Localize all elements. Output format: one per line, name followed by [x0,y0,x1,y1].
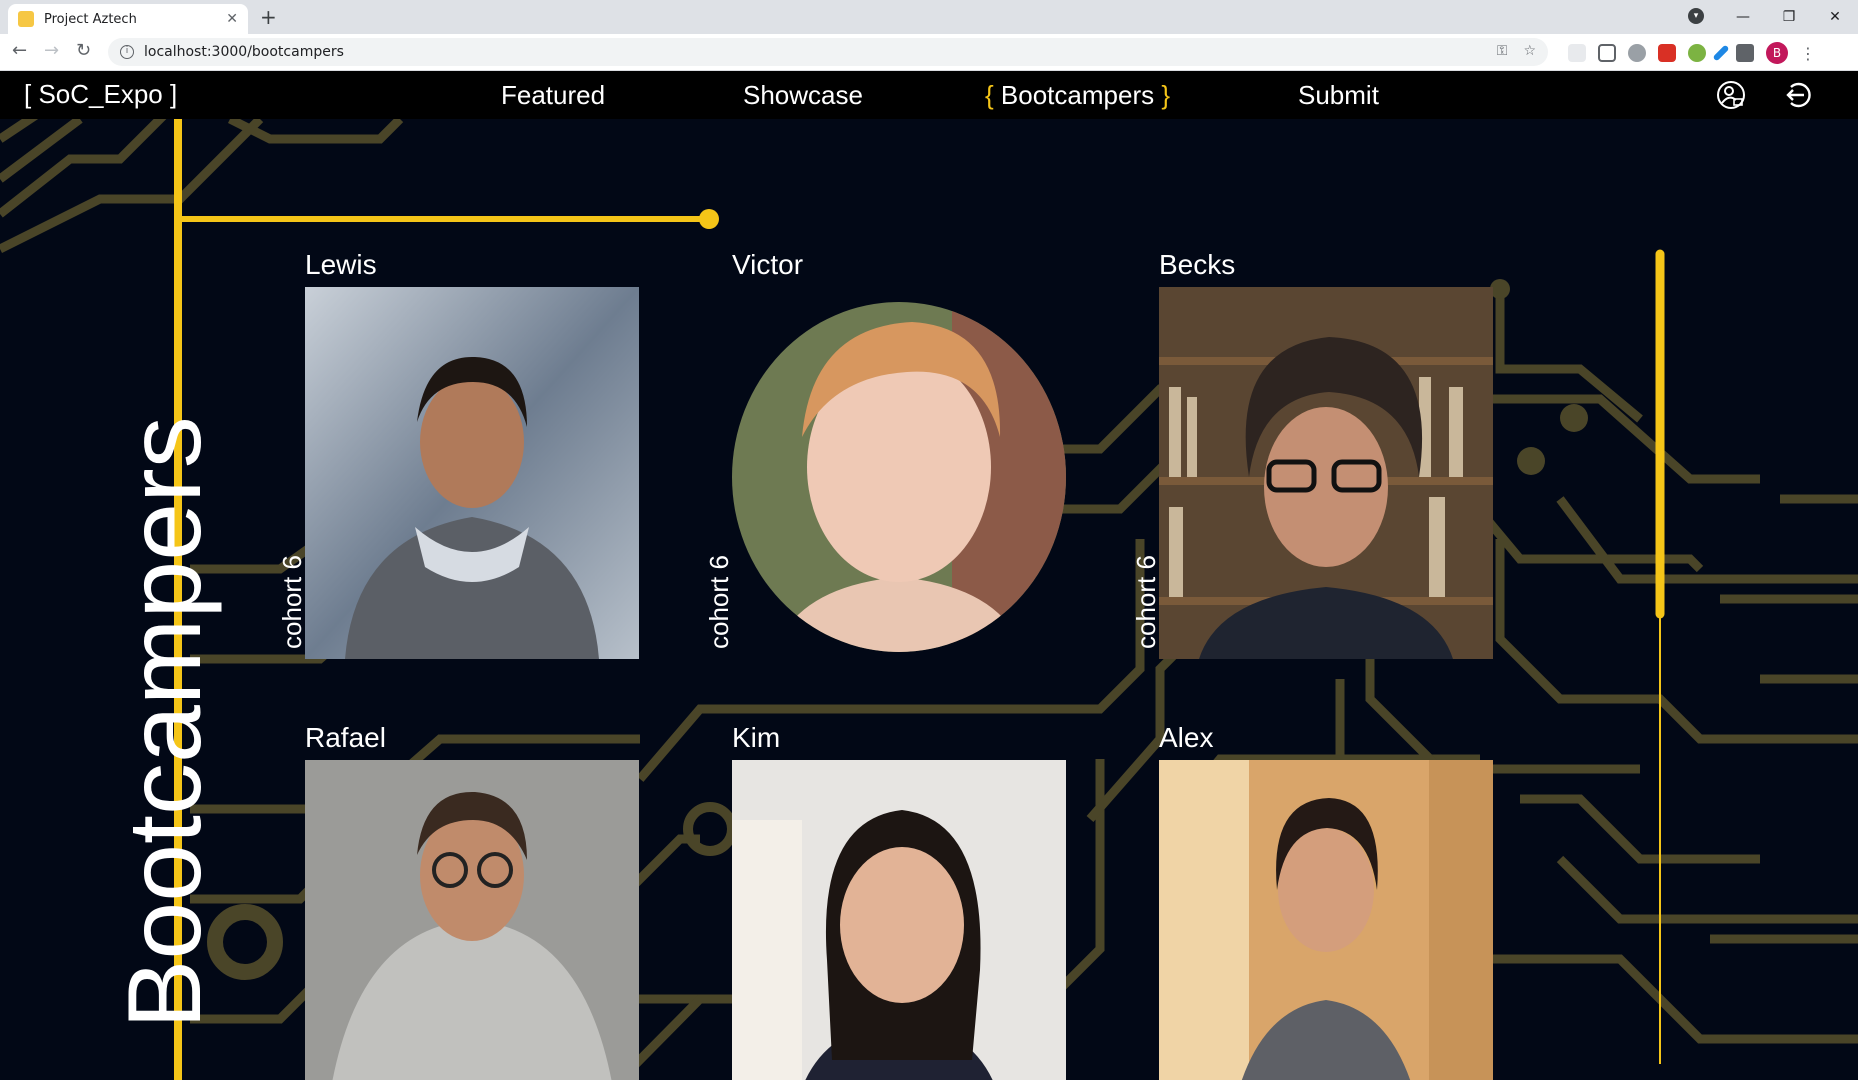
bookmark-star-icon[interactable]: ☆ [1523,43,1536,59]
bootcamper-name: Alex [1159,722,1214,753]
bootcamper-photo [1159,287,1493,659]
bootcamper-photo [305,287,639,659]
bootcamper-cohort: cohort 6 [1131,555,1161,649]
address-bar[interactable]: i localhost:3000/bootcampers ⚿ ☆ [108,38,1548,66]
bootcamper-name: Lewis [305,249,377,280]
nav-submit[interactable]: Submit [1298,80,1379,111]
bootcamper-photo [732,287,1066,659]
new-tab-icon[interactable]: + [260,5,277,29]
site-logo[interactable]: [ SoC_Expo ] [24,79,177,110]
page-title: Bootcampers [107,416,223,1029]
site-info-icon[interactable]: i [120,45,134,59]
browser-toolbar: ← → ↻ i localhost:3000/bootcampers ⚿ ☆ B… [0,34,1858,71]
window-close-icon[interactable]: ✕ [1812,4,1858,30]
bootcamper-cohort: cohort 6 [704,555,734,649]
favicon-icon [18,11,34,27]
brace-right: } [1161,80,1171,110]
address-url: localhost:3000/bootcampers [144,44,344,60]
bootcamper-cohort: cohort 6 [277,555,307,649]
extension-pen-icon[interactable] [1712,44,1730,62]
tab-title: Project Aztech [44,11,137,27]
key-icon[interactable]: ⚿ [1497,43,1508,59]
bootcamper-photo [732,760,1066,1080]
bootcamper-name: Rafael [305,722,386,753]
bootcamper-name: Kim [732,722,781,753]
bootcamper-photo [1159,760,1493,1080]
nav-bootcampers[interactable]: { Bootcampers } [985,80,1170,111]
tab-search-icon[interactable]: ▾ [1688,8,1704,24]
bootcamper-name: Becks [1159,249,1236,280]
back-icon[interactable]: ← [12,40,27,61]
extension-reader-icon[interactable] [1568,44,1586,62]
restore-icon[interactable]: ❐ [1766,4,1812,30]
menu-kebab-icon[interactable]: ⋮ [1800,44,1816,63]
nav-bootcampers-label: Bootcampers [1000,80,1155,110]
reload-icon[interactable]: ↻ [76,40,91,61]
bootcamper-name: Victor [732,249,804,280]
browser-tabstrip: Project Aztech ✕ + ▾ — ❐ ✕ [0,0,1858,34]
extension-globe-icon[interactable] [1628,44,1646,62]
extension-red-icon[interactable] [1658,44,1676,62]
nav-showcase[interactable]: Showcase [743,80,863,111]
forward-icon[interactable]: → [44,40,59,61]
app-navbar: [ SoC_Expo ] Featured Showcase { Bootcam… [0,71,1858,119]
nav-featured[interactable]: Featured [501,80,605,111]
logout-icon[interactable] [1782,80,1812,110]
user-lock-icon[interactable] [1716,80,1746,110]
extensions-puzzle-icon[interactable] [1736,44,1754,62]
brace-left: { [985,80,994,110]
profile-avatar[interactable]: B [1766,42,1788,64]
minimize-icon[interactable]: — [1720,4,1766,30]
pocket-icon[interactable] [1598,44,1616,62]
main-content: Bootcampers Lewis cohort 6 Victor cohort… [0,119,1858,1080]
browser-tab[interactable]: Project Aztech ✕ [8,4,248,34]
close-tab-icon[interactable]: ✕ [226,11,238,27]
bootcamper-photo [305,760,639,1080]
extension-frog-icon[interactable] [1688,44,1706,62]
